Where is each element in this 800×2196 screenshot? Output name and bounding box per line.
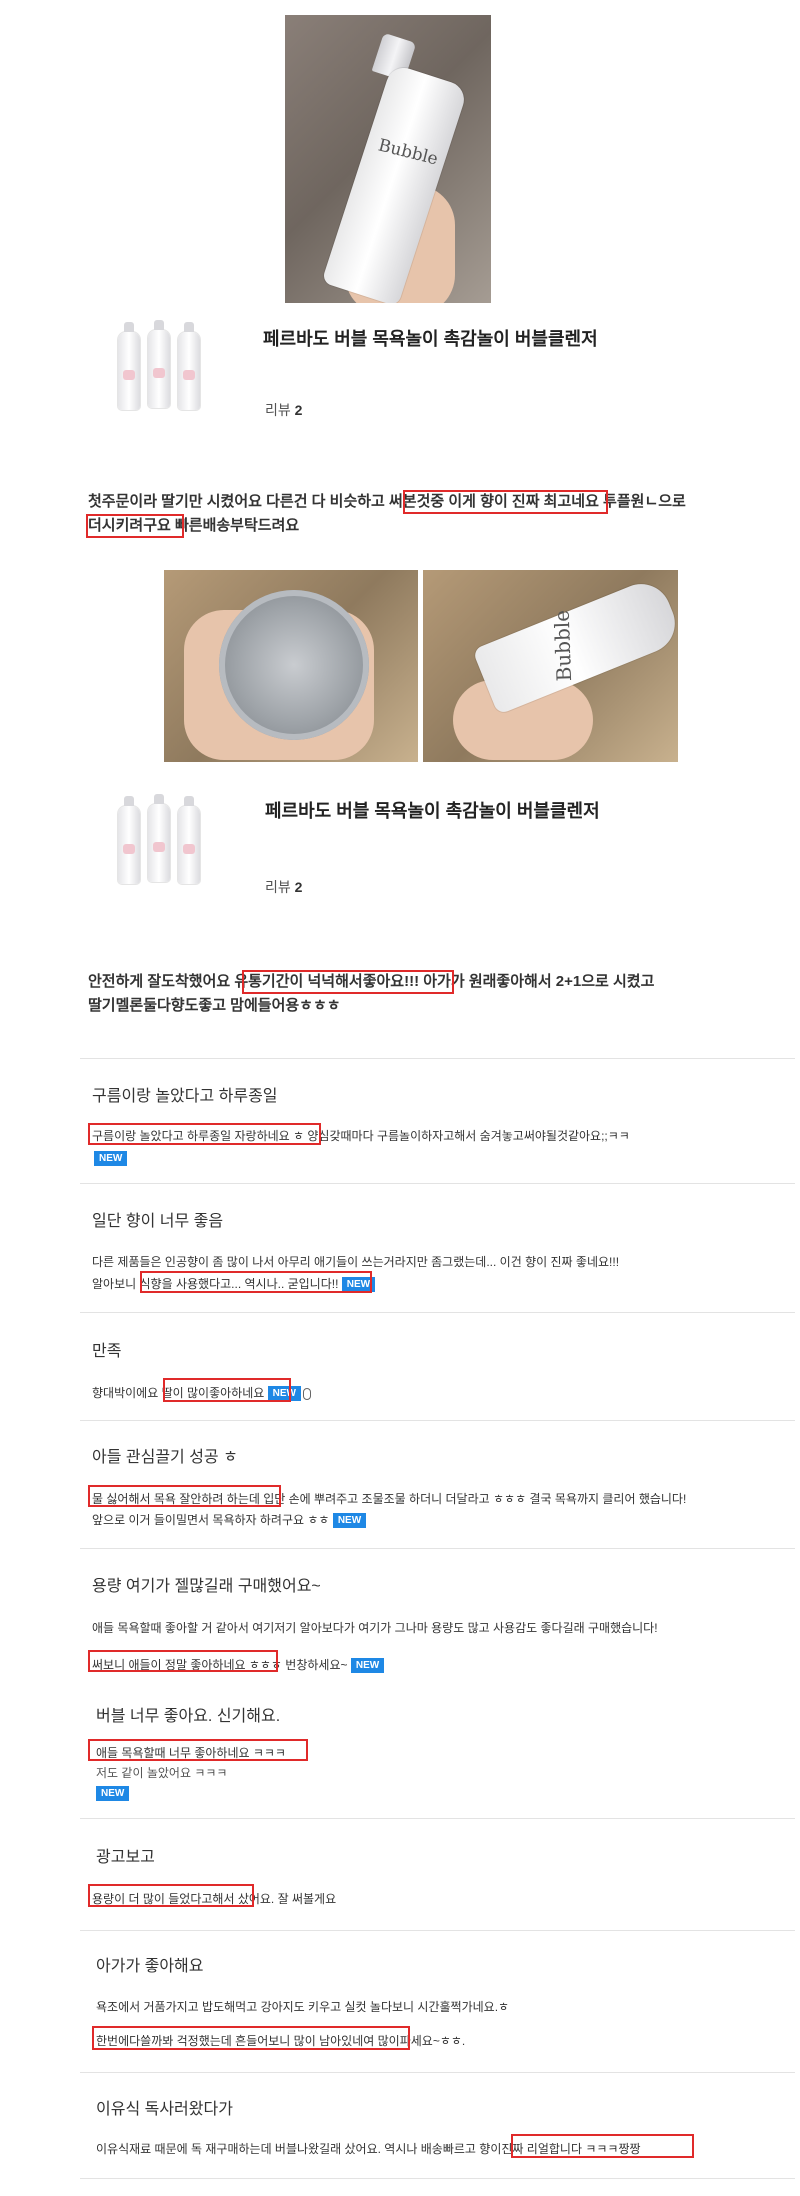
review-title[interactable]: 아들 관심끌기 성공 ㅎ — [92, 1443, 238, 1467]
highlight-box — [92, 2026, 410, 2050]
review-text-line: 다른 제품들은 인공향이 좀 많이 나서 아무리 애기들이 쓰는거라지만 좀그랬… — [92, 1255, 620, 1269]
review-text-line: 애들 목욕할때 좋아할 거 같아서 여기저기 알아보다가 여기가 그나마 용량도… — [92, 1621, 658, 1635]
new-badge: NEW — [94, 1148, 128, 1167]
bottle-brand-label: Bubble — [549, 609, 577, 682]
product-thumbnail[interactable] — [108, 318, 218, 433]
new-badge: NEW — [350, 1658, 385, 1674]
highlight-box — [88, 1884, 254, 1907]
highlight-box — [242, 970, 454, 994]
mini-bottle — [148, 794, 170, 882]
review-count-value: 2 — [294, 879, 303, 895]
highlight-box — [511, 2134, 694, 2158]
bottle-bottom — [219, 590, 369, 740]
highlight-box — [403, 490, 608, 514]
divider — [80, 2178, 795, 2179]
review-title[interactable]: 만족 — [92, 1337, 121, 1361]
review-label: 리뷰 — [265, 402, 291, 418]
bottle-brand-label: Bubble — [376, 135, 440, 170]
highlight-box — [88, 1739, 308, 1761]
review-title[interactable]: 광고보고 — [96, 1843, 155, 1867]
product-thumbnail[interactable] — [108, 790, 218, 908]
mini-bottle — [178, 322, 200, 410]
product-title[interactable]: 페르바도 버블 목욕놀이 촉감놀이 버블클렌저 — [263, 325, 598, 351]
highlight-box — [140, 1271, 372, 1293]
product-title[interactable]: 페르바도 버블 목욕놀이 촉감놀이 버블클렌저 — [265, 797, 600, 823]
review-title[interactable]: 아가가 좋아해요 — [96, 1952, 204, 1976]
highlight-box — [88, 1650, 278, 1672]
divider — [80, 2072, 795, 2073]
review-text-line: 딸기멜론둘다향도좋고 맘에들어용ㅎㅎㅎ — [88, 997, 341, 1014]
highlight-box — [88, 1485, 281, 1507]
divider — [80, 1420, 795, 1421]
highlight-box — [86, 514, 184, 538]
mini-bottle — [178, 796, 200, 884]
review-title[interactable]: 버블 너무 좋아요. 신기해요. — [96, 1702, 280, 1726]
review-text-line: 저도 같이 놀았어요 ㅋㅋㅋ — [96, 1766, 228, 1780]
mini-bottle — [118, 796, 140, 884]
new-badge: NEW — [332, 1513, 367, 1529]
new-badge: NEW — [96, 1783, 130, 1802]
divider — [80, 1548, 795, 1549]
review-title[interactable]: 구름이랑 놀았다고 하루종일 — [92, 1082, 278, 1106]
review-title[interactable]: 용량 여기가 젤많길래 구매했어요~ — [92, 1572, 321, 1596]
review-count: 리뷰 2 — [265, 877, 302, 897]
review-photo-1[interactable] — [164, 570, 418, 762]
mini-bottle — [118, 322, 140, 410]
product-photo-main: Bubble — [285, 15, 491, 303]
divider — [80, 1930, 795, 1931]
divider — [80, 1818, 795, 1819]
review-label: 리뷰 — [265, 879, 291, 895]
attachment-icon — [302, 1387, 311, 1400]
review-title[interactable]: 일단 향이 너무 좋음 — [92, 1207, 223, 1231]
review-text-line: 욕조에서 거품가지고 밥도해먹고 강아지도 키우고 실컷 놀다보니 시간훌쩍가네… — [96, 2000, 510, 2014]
review-title[interactable]: 이유식 독사러왔다가 — [96, 2095, 233, 2119]
divider — [80, 1312, 795, 1313]
review-photo-2[interactable]: Bubble — [423, 570, 678, 762]
divider — [80, 1183, 795, 1184]
mini-bottle — [148, 320, 170, 408]
review-text-line: 앞으로 이거 들이밀면서 목욕하자 하려구요 ㅎㅎ NEW — [92, 1511, 367, 1529]
review-count-value: 2 — [294, 402, 303, 418]
highlight-box — [163, 1378, 291, 1402]
divider — [80, 1058, 795, 1059]
highlight-box — [88, 1123, 321, 1145]
review-count: 리뷰 2 — [265, 400, 302, 420]
